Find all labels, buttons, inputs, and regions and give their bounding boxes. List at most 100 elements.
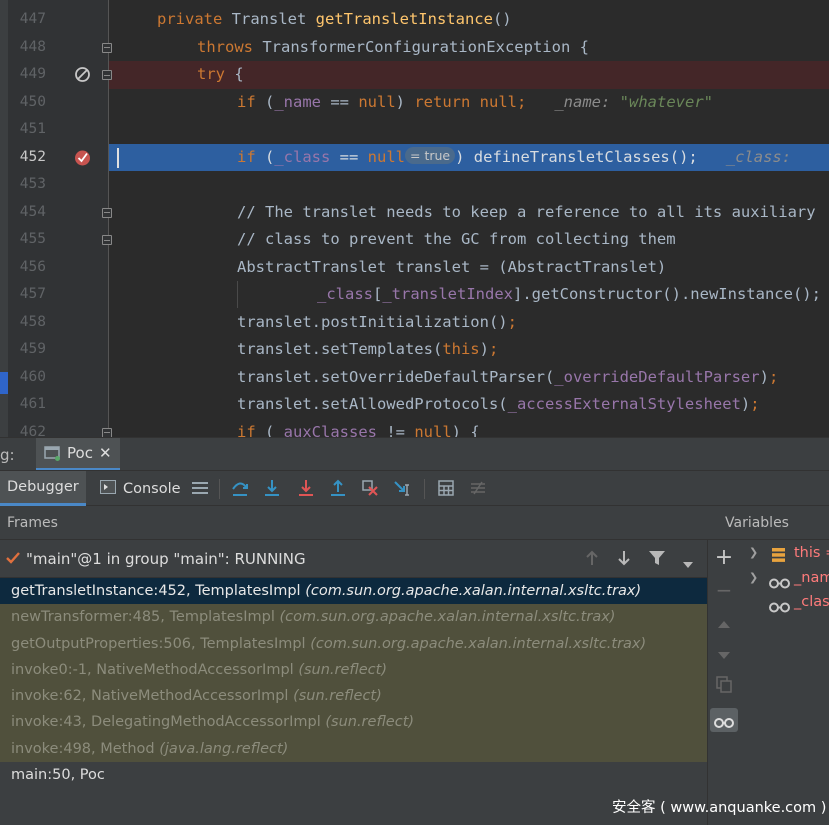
arrow-down-icon[interactable] [616,550,632,570]
breakpoint-hit-icon[interactable] [73,148,92,167]
frame-row[interactable]: main:50, Poc [0,762,707,789]
code-line[interactable]: 453 [0,171,829,199]
code-line[interactable]: 458 translet.postInitialization(); [0,309,829,337]
code-text: throws TransformerConfigurationException… [197,37,589,56]
variable-row-this[interactable]: ❯ this = [739,541,829,565]
code-line[interactable]: 462 if (_auxClasses != null) { [0,419,829,438]
frame-package: (com.sun.org.apache.xalan.internal.xsltc… [305,583,642,599]
evaluate-expression-icon[interactable] [437,479,455,497]
frame-package: (sun.reflect) [298,661,387,678]
line-number: 449 [19,66,46,82]
code-line[interactable]: 461 translet.setAllowedProtocols(_access… [0,391,829,419]
debugger-toolbar: Debugger Console [0,470,829,506]
code-text: private Translet getTransletInstance() [157,10,512,28]
code-text: if (_auxClasses != null) { [237,422,480,438]
trace-stream-icon[interactable] [469,479,487,497]
add-watch-icon[interactable]: + [714,547,734,569]
code-line-current[interactable]: 452 if (_class == null = true) defineTran… [0,143,829,171]
tab-debugger[interactable]: Debugger [0,471,86,506]
drop-frame-icon[interactable] [361,479,379,497]
inline-value-hint: _name: "whatever" [554,92,713,111]
code-text: if (_class == null = true) defineTranslet… [237,146,792,166]
force-step-into-icon[interactable] [297,479,315,497]
code-line[interactable]: 450 if (_name == null) return null; _nam… [0,89,829,117]
fold-marker-icon[interactable] [102,70,112,80]
variable-row-_name[interactable]: ❯ _name [739,566,829,590]
code-line[interactable]: 460 translet.setOverrideDefaultParser(_o… [0,364,829,392]
line-number: 460 [19,368,46,385]
code-line[interactable]: 454 // The translet needs to keep a refe… [0,199,829,227]
frame-package: (com.sun.org.apache.xalan.internal.xsltc… [279,609,616,626]
code-line[interactable]: 451 [0,116,829,144]
code-comment: // class to prevent the GC from collecti… [237,230,676,248]
frame-package: (com.sun.org.apache.xalan.internal.xsltc… [310,635,647,652]
frames-layout-icon[interactable] [191,479,209,497]
frame-method: getOutputProperties:506, TemplatesImpl [11,635,311,652]
variables-header-label: Variables [725,515,789,531]
frame-row[interactable]: invoke:62, NativeMethodAccessorImpl (sun… [0,683,707,710]
expand-arrow-icon[interactable]: ❯ [749,566,758,590]
move-down-icon[interactable] [714,646,734,666]
frame-row[interactable]: getOutputProperties:506, TemplatesImpl (… [0,630,707,657]
step-over-icon[interactable] [231,479,249,497]
code-text: translet.postInitialization(); [237,312,517,331]
debug-panel-label: g: [0,446,15,464]
frame-method: invoke:498, Method [11,740,160,757]
frame-row[interactable]: invoke0:-1, NativeMethodAccessorImpl (su… [0,656,707,684]
frame-row[interactable]: newTransformer:485, TemplatesImpl (com.s… [0,604,707,631]
code-line[interactable]: 448 throws TransformerConfigurationExcep… [0,34,829,62]
copy-icon[interactable] [714,676,734,696]
code-line[interactable]: 447 private Translet getTransletInstance… [0,6,829,34]
close-icon[interactable]: ✕ [99,444,112,462]
code-line[interactable]: 459 translet.setTemplates(this); [0,336,829,364]
tab-console[interactable]: Console [93,471,188,506]
frame-list: getTransletInstance:452, TemplatesImpl (… [0,578,707,789]
line-number: 450 [19,93,46,110]
line-number: 458 [19,313,46,330]
variable-row-_class[interactable]: _class [739,590,829,614]
line-number: 462 [19,423,46,438]
variable-name: _class [794,594,829,610]
line-number: 447 [19,11,46,27]
frame-method: getTransletInstance:452, TemplatesImpl [11,583,306,599]
code-line[interactable]: 455 // class to prevent the GC from coll… [0,226,829,254]
variables-tree: ❯ this = ❯ _name _class [739,540,829,825]
text-caret [117,147,119,168]
run-config-icon [44,445,61,461]
expand-arrow-icon[interactable]: ❯ [749,541,758,565]
thread-selector[interactable]: "main"@1 in group "main": RUNNING [0,540,707,578]
glasses-icon [714,714,734,733]
code-line[interactable]: 456 AbstractTranslet translet = (Abstrac… [0,254,829,282]
code-editor[interactable]: 447 private Translet getTransletInstance… [0,0,829,437]
arrow-up-icon[interactable] [584,550,600,570]
frame-method: invoke:62, NativeMethodAccessorImpl [11,688,294,705]
frames-header-label: Frames [7,515,58,531]
run-to-cursor-icon[interactable] [394,479,412,497]
frame-method: invoke0:-1, NativeMethodAccessorImpl [11,661,299,678]
remove-watch-icon[interactable]: − [714,580,734,600]
code-line-error[interactable]: 449 try { [0,61,829,89]
indent-guide [237,281,238,308]
line-number: 448 [19,38,46,55]
frames-panel: Frames "main"@1 in group "main": RUNNING… [0,506,707,825]
fold-marker-icon[interactable] [102,207,112,218]
frame-row[interactable]: getTransletInstance:452, TemplatesImpl (… [0,578,707,605]
frame-package: (java.lang.reflect) [159,740,289,757]
step-into-icon[interactable] [263,479,281,497]
frame-row[interactable]: invoke:43, DelegatingMethodAccessorImpl … [0,709,707,736]
disabled-breakpoint-icon[interactable] [74,66,91,83]
fold-marker-icon[interactable] [102,42,112,53]
code-text: _class[_transletIndex].getConstructor().… [317,285,821,303]
frame-row[interactable]: invoke:498, Method (java.lang.reflect) [0,735,707,763]
move-up-icon[interactable] [714,614,734,634]
chevron-down-icon[interactable] [682,554,694,573]
fold-marker-icon[interactable] [102,427,112,437]
code-text: translet.setOverrideDefaultParser(_overr… [237,367,779,386]
variable-name: this = [794,545,829,561]
fold-marker-icon[interactable] [102,235,112,245]
session-tab-poc[interactable]: Poc ✕ [36,438,120,471]
step-out-icon[interactable] [329,479,347,497]
filter-icon[interactable] [648,550,666,570]
show-watches-toggle[interactable] [710,708,738,732]
code-line[interactable]: 457 _class[_transletIndex].getConstructo… [0,281,829,309]
